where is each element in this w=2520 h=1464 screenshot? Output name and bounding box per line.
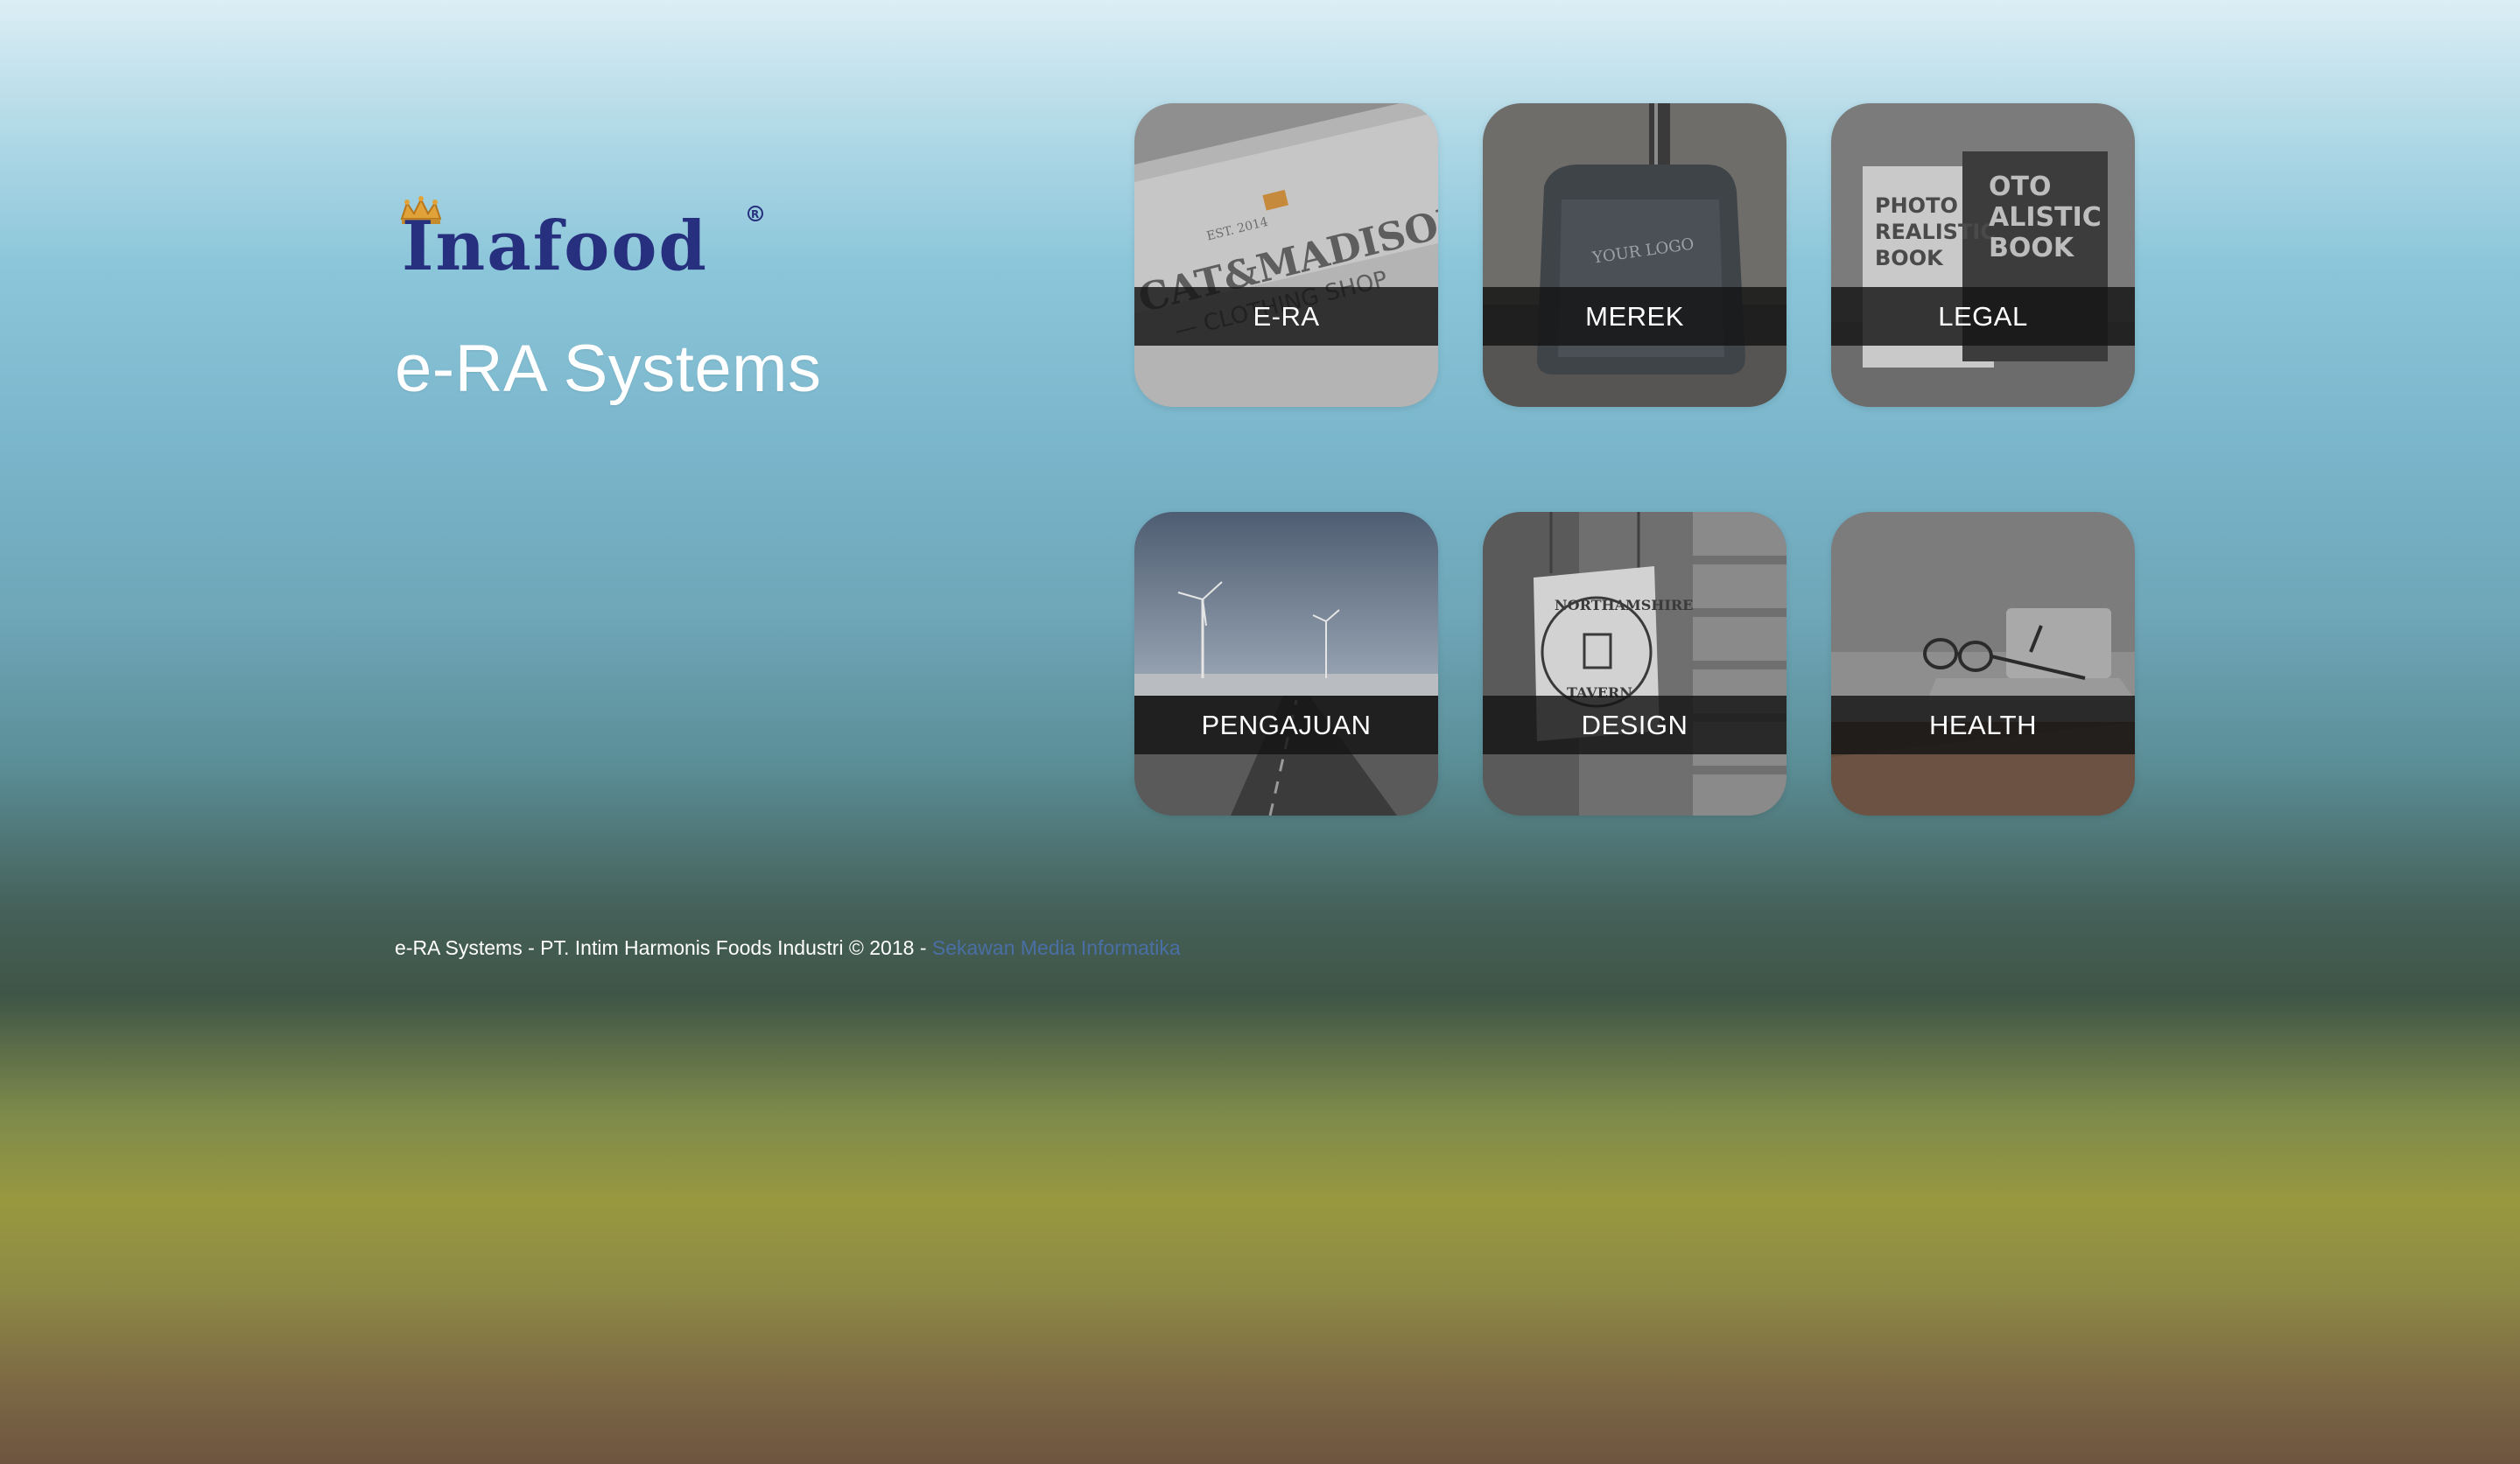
footer-copyright: e-RA Systems - PT. Intim Harmonis Foods … [395, 936, 932, 959]
svg-text:R: R [751, 208, 759, 221]
svg-text:REALISTIC: REALISTIC [1875, 220, 1996, 244]
tile-label: LEGAL [1938, 300, 2028, 332]
logo-wordmark: Inafood [402, 207, 708, 282]
tile-pengajuan[interactable]: PENGAJUAN [1134, 512, 1438, 816]
tile-label-bar: MEREK [1483, 287, 1786, 346]
tile-label-bar: E-RA [1134, 287, 1438, 346]
tile-label-bar: HEALTH [1831, 696, 2135, 754]
tile-health[interactable]: HEALTH [1831, 512, 2135, 816]
tile-design[interactable]: NORTHAMSHIRE TAVERN DESIGN [1483, 512, 1786, 816]
cat-madison-clothing-shop-mockup-image: EST. 2014 CAT&MADISON — CLOTHING SHOP [1134, 103, 1438, 407]
tile-merek[interactable]: YOUR LOGO MEREK [1483, 103, 1786, 407]
photo-realistic-book-mockup-image: PHOTO REALISTIC BOOK OTO ALISTIC BOOK [1831, 103, 2135, 407]
svg-text:OTO: OTO [1989, 172, 2051, 202]
inafood-logo: Inafood R [400, 196, 763, 282]
tile-label: HEALTH [1928, 709, 2037, 740]
tile-e-ra[interactable]: EST. 2014 CAT&MADISON — CLOTHING SHOP E-… [1134, 103, 1438, 407]
svg-text:NORTHAMSHIRE: NORTHAMSHIRE [1555, 597, 1693, 613]
tile-label-bar: LEGAL [1831, 287, 2135, 346]
tile-label: MEREK [1585, 300, 1684, 332]
tile-label-bar: PENGAJUAN [1134, 696, 1438, 754]
svg-text:PHOTO: PHOTO [1875, 193, 1958, 218]
svg-text:BOOK: BOOK [1989, 233, 2075, 263]
brand: Inafood R [395, 194, 771, 282]
logo-bottle-mockup-image: YOUR LOGO [1483, 103, 1786, 407]
tile-label: E-RA [1253, 300, 1320, 332]
svg-text:BOOK: BOOK [1875, 246, 1944, 270]
svg-text:ALISTIC: ALISTIC [1989, 202, 2102, 233]
app-title: e-RA Systems [395, 332, 822, 406]
module-grid: EST. 2014 CAT&MADISON — CLOTHING SHOP E-… [1134, 103, 2135, 816]
tile-label: PENGAJUAN [1201, 709, 1372, 740]
tile-legal[interactable]: PHOTO REALISTIC BOOK OTO ALISTIC BOOK LE… [1831, 103, 2135, 407]
tile-label: DESIGN [1581, 709, 1688, 740]
wind-turbine-road-image [1134, 512, 1438, 816]
footer-credit-link[interactable]: Sekawan Media Informatika [932, 936, 1181, 959]
northamshire-tavern-sign-image: NORTHAMSHIRE TAVERN [1483, 512, 1786, 816]
footer: e-RA Systems - PT. Intim Harmonis Foods … [395, 936, 1181, 960]
tile-label-bar: DESIGN [1483, 696, 1786, 754]
glasses-on-desk-image [1831, 512, 2135, 816]
